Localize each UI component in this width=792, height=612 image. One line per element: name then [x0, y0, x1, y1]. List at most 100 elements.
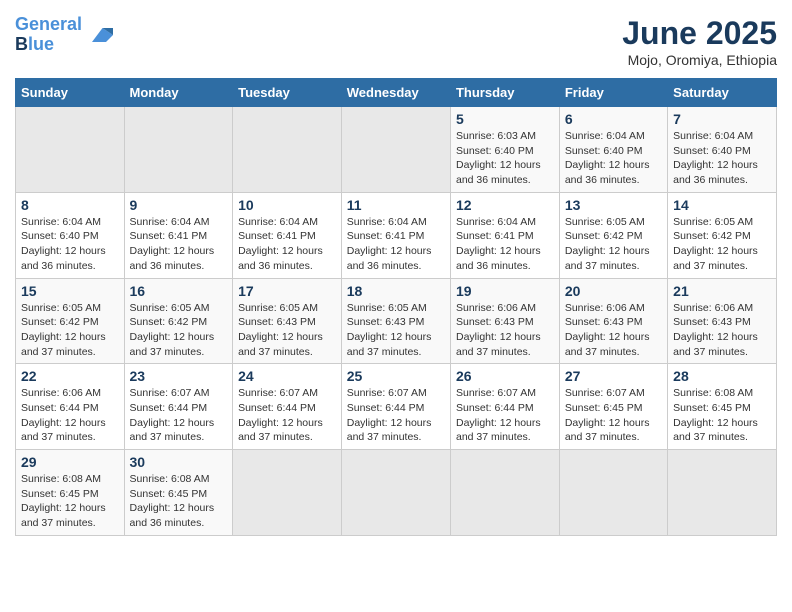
calendar-cell: 22 Sunrise: 6:06 AMSunset: 6:44 PMDaylig… — [16, 364, 125, 450]
day-number: 18 — [347, 283, 445, 299]
day-info: Sunrise: 6:06 AMSunset: 6:43 PMDaylight:… — [673, 301, 771, 360]
calendar-cell: 20 Sunrise: 6:06 AMSunset: 6:43 PMDaylig… — [559, 278, 667, 364]
calendar-cell: 27 Sunrise: 6:07 AMSunset: 6:45 PMDaylig… — [559, 364, 667, 450]
day-info: Sunrise: 6:04 AMSunset: 6:40 PMDaylight:… — [21, 215, 119, 274]
calendar-cell — [124, 107, 233, 193]
calendar-cell: 10 Sunrise: 6:04 AMSunset: 6:41 PMDaylig… — [233, 192, 342, 278]
calendar-cell — [450, 450, 559, 536]
day-number: 8 — [21, 197, 119, 213]
calendar-cell: 15 Sunrise: 6:05 AMSunset: 6:42 PMDaylig… — [16, 278, 125, 364]
day-info: Sunrise: 6:05 AMSunset: 6:42 PMDaylight:… — [130, 301, 228, 360]
day-number: 6 — [565, 111, 662, 127]
page-header: GeneralBlue June 2025 Mojo, Oromiya, Eth… — [15, 15, 777, 68]
day-info: Sunrise: 6:04 AMSunset: 6:40 PMDaylight:… — [673, 129, 771, 188]
day-number: 21 — [673, 283, 771, 299]
col-sunday: Sunday — [16, 79, 125, 107]
day-info: Sunrise: 6:05 AMSunset: 6:42 PMDaylight:… — [673, 215, 771, 274]
calendar-cell: 29 Sunrise: 6:08 AMSunset: 6:45 PMDaylig… — [16, 450, 125, 536]
day-number: 29 — [21, 454, 119, 470]
day-info: Sunrise: 6:06 AMSunset: 6:43 PMDaylight:… — [456, 301, 554, 360]
day-info: Sunrise: 6:04 AMSunset: 6:40 PMDaylight:… — [565, 129, 662, 188]
day-info: Sunrise: 6:03 AMSunset: 6:40 PMDaylight:… — [456, 129, 554, 188]
col-wednesday: Wednesday — [341, 79, 450, 107]
day-number: 24 — [238, 368, 336, 384]
calendar-cell: 21 Sunrise: 6:06 AMSunset: 6:43 PMDaylig… — [668, 278, 777, 364]
day-info: Sunrise: 6:07 AMSunset: 6:44 PMDaylight:… — [347, 386, 445, 445]
col-monday: Monday — [124, 79, 233, 107]
title-area: June 2025 Mojo, Oromiya, Ethiopia — [622, 15, 777, 68]
location-subtitle: Mojo, Oromiya, Ethiopia — [622, 52, 777, 68]
calendar-cell: 12 Sunrise: 6:04 AMSunset: 6:41 PMDaylig… — [450, 192, 559, 278]
day-number: 10 — [238, 197, 336, 213]
col-saturday: Saturday — [668, 79, 777, 107]
day-number: 25 — [347, 368, 445, 384]
calendar-cell: 24 Sunrise: 6:07 AMSunset: 6:44 PMDaylig… — [233, 364, 342, 450]
calendar-table: Sunday Monday Tuesday Wednesday Thursday… — [15, 78, 777, 536]
header-row: Sunday Monday Tuesday Wednesday Thursday… — [16, 79, 777, 107]
calendar-cell — [559, 450, 667, 536]
calendar-cell: 25 Sunrise: 6:07 AMSunset: 6:44 PMDaylig… — [341, 364, 450, 450]
day-number: 19 — [456, 283, 554, 299]
calendar-cell: 11 Sunrise: 6:04 AMSunset: 6:41 PMDaylig… — [341, 192, 450, 278]
day-number: 14 — [673, 197, 771, 213]
day-info: Sunrise: 6:05 AMSunset: 6:42 PMDaylight:… — [565, 215, 662, 274]
day-info: Sunrise: 6:08 AMSunset: 6:45 PMDaylight:… — [673, 386, 771, 445]
calendar-week-3: 15 Sunrise: 6:05 AMSunset: 6:42 PMDaylig… — [16, 278, 777, 364]
logo-text: GeneralBlue — [15, 15, 82, 55]
calendar-cell — [233, 107, 342, 193]
calendar-cell: 28 Sunrise: 6:08 AMSunset: 6:45 PMDaylig… — [668, 364, 777, 450]
calendar-cell: 6 Sunrise: 6:04 AMSunset: 6:40 PMDayligh… — [559, 107, 667, 193]
day-info: Sunrise: 6:04 AMSunset: 6:41 PMDaylight:… — [456, 215, 554, 274]
day-info: Sunrise: 6:05 AMSunset: 6:42 PMDaylight:… — [21, 301, 119, 360]
calendar-cell: 16 Sunrise: 6:05 AMSunset: 6:42 PMDaylig… — [124, 278, 233, 364]
day-number: 7 — [673, 111, 771, 127]
day-info: Sunrise: 6:07 AMSunset: 6:44 PMDaylight:… — [238, 386, 336, 445]
calendar-cell: 18 Sunrise: 6:05 AMSunset: 6:43 PMDaylig… — [341, 278, 450, 364]
calendar-week-2: 8 Sunrise: 6:04 AMSunset: 6:40 PMDayligh… — [16, 192, 777, 278]
logo: GeneralBlue — [15, 15, 113, 55]
day-info: Sunrise: 6:08 AMSunset: 6:45 PMDaylight:… — [21, 472, 119, 531]
calendar-cell: 8 Sunrise: 6:04 AMSunset: 6:40 PMDayligh… — [16, 192, 125, 278]
day-info: Sunrise: 6:04 AMSunset: 6:41 PMDaylight:… — [347, 215, 445, 274]
calendar-cell: 14 Sunrise: 6:05 AMSunset: 6:42 PMDaylig… — [668, 192, 777, 278]
day-info: Sunrise: 6:04 AMSunset: 6:41 PMDaylight:… — [130, 215, 228, 274]
month-title: June 2025 — [622, 15, 777, 52]
calendar-cell — [233, 450, 342, 536]
day-info: Sunrise: 6:07 AMSunset: 6:44 PMDaylight:… — [130, 386, 228, 445]
day-info: Sunrise: 6:07 AMSunset: 6:45 PMDaylight:… — [565, 386, 662, 445]
day-number: 26 — [456, 368, 554, 384]
col-tuesday: Tuesday — [233, 79, 342, 107]
calendar-cell: 26 Sunrise: 6:07 AMSunset: 6:44 PMDaylig… — [450, 364, 559, 450]
calendar-cell: 13 Sunrise: 6:05 AMSunset: 6:42 PMDaylig… — [559, 192, 667, 278]
calendar-cell — [341, 450, 450, 536]
day-number: 16 — [130, 283, 228, 299]
col-thursday: Thursday — [450, 79, 559, 107]
col-friday: Friday — [559, 79, 667, 107]
day-info: Sunrise: 6:08 AMSunset: 6:45 PMDaylight:… — [130, 472, 228, 531]
day-number: 27 — [565, 368, 662, 384]
day-number: 13 — [565, 197, 662, 213]
calendar-cell — [16, 107, 125, 193]
calendar-cell: 30 Sunrise: 6:08 AMSunset: 6:45 PMDaylig… — [124, 450, 233, 536]
day-number: 17 — [238, 283, 336, 299]
day-info: Sunrise: 6:06 AMSunset: 6:44 PMDaylight:… — [21, 386, 119, 445]
day-number: 30 — [130, 454, 228, 470]
day-number: 20 — [565, 283, 662, 299]
day-number: 15 — [21, 283, 119, 299]
day-number: 12 — [456, 197, 554, 213]
day-number: 11 — [347, 197, 445, 213]
day-number: 22 — [21, 368, 119, 384]
day-number: 9 — [130, 197, 228, 213]
day-number: 5 — [456, 111, 554, 127]
logo-icon — [85, 21, 113, 49]
calendar-cell — [668, 450, 777, 536]
calendar-cell: 17 Sunrise: 6:05 AMSunset: 6:43 PMDaylig… — [233, 278, 342, 364]
calendar-cell: 5 Sunrise: 6:03 AMSunset: 6:40 PMDayligh… — [450, 107, 559, 193]
day-info: Sunrise: 6:05 AMSunset: 6:43 PMDaylight:… — [238, 301, 336, 360]
calendar-week-4: 22 Sunrise: 6:06 AMSunset: 6:44 PMDaylig… — [16, 364, 777, 450]
calendar-cell: 19 Sunrise: 6:06 AMSunset: 6:43 PMDaylig… — [450, 278, 559, 364]
day-info: Sunrise: 6:04 AMSunset: 6:41 PMDaylight:… — [238, 215, 336, 274]
day-number: 28 — [673, 368, 771, 384]
calendar-cell: 9 Sunrise: 6:04 AMSunset: 6:41 PMDayligh… — [124, 192, 233, 278]
day-info: Sunrise: 6:06 AMSunset: 6:43 PMDaylight:… — [565, 301, 662, 360]
